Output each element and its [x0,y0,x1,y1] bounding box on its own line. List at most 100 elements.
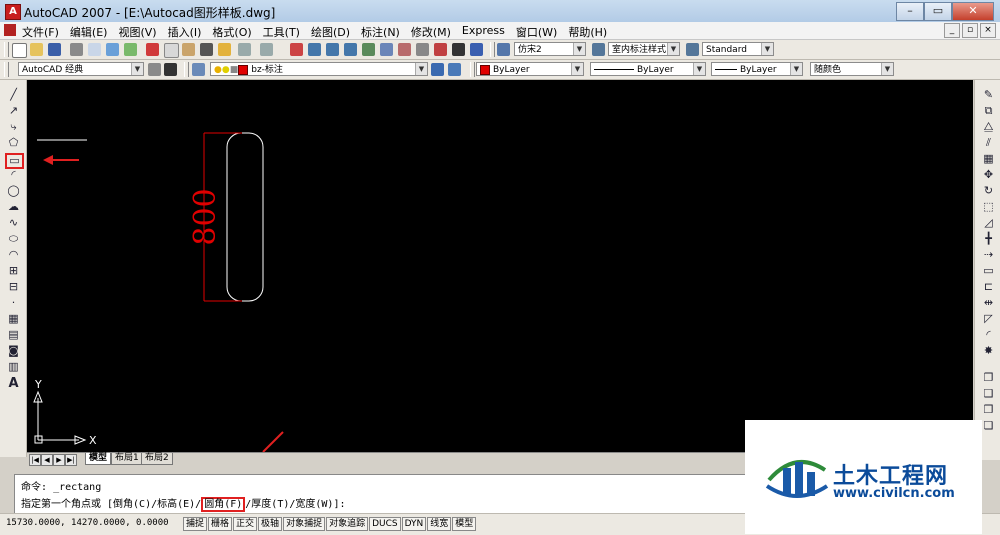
copy-icon[interactable] [164,43,179,58]
menu-tools[interactable]: 工具(T) [263,24,300,40]
redo-icon[interactable] [260,43,273,56]
erase-icon[interactable]: ✎ [982,89,995,101]
paste-icon[interactable] [182,43,195,56]
revision-cloud-icon[interactable]: ☁ [7,201,20,213]
join-icon[interactable]: ⇹ [982,297,995,309]
toolbar-grip[interactable] [4,62,9,77]
close-button[interactable]: ✕ [952,2,994,21]
markup-icon[interactable] [434,43,447,56]
toolbar-grip[interactable] [490,42,495,57]
osnap-toggle[interactable]: 对象捕捉 [283,517,326,531]
arc-icon[interactable]: ◜ [7,169,20,181]
table-style-icon[interactable] [686,43,699,56]
calculator-icon[interactable] [452,43,465,56]
match-properties-icon[interactable] [200,43,213,56]
drawing-canvas[interactable]: 800 Y X [27,80,973,452]
menu-edit[interactable]: 编辑(E) [70,24,108,40]
snap-toggle[interactable]: 捕捉 [183,517,208,531]
tool-palettes-icon[interactable] [398,43,411,56]
menu-format[interactable]: 格式(O) [212,24,251,40]
open-folder-icon[interactable] [30,43,43,56]
model-toggle[interactable]: 模型 [452,517,477,531]
circle-icon[interactable]: ◯ [7,185,20,197]
tab-layout2[interactable]: 布局2 [141,453,173,465]
plot-preview-icon[interactable] [88,43,101,56]
make-block-icon[interactable]: ⊟ [7,281,20,293]
command-prompt-line[interactable]: 指定第一个角点或 [倒角(C)/标高(E)/圆角(F)/厚度(T)/宽度(W)]… [21,495,346,512]
doc-restore-button[interactable]: ▫ [962,23,978,38]
workspace-select[interactable]: AutoCAD 经典 ▼ [18,62,144,76]
design-center-icon[interactable] [380,43,393,56]
menu-express[interactable]: Express [462,24,505,40]
menu-file[interactable]: 文件(F) [22,24,59,40]
new-file-icon[interactable] [12,43,27,58]
polyline-icon[interactable]: ⤷ [7,121,20,133]
text-style-select[interactable]: 仿宋2 ▼ [514,42,586,56]
print-icon[interactable] [70,43,83,56]
sheet-set-icon[interactable] [416,43,429,56]
zoom-realtime-icon[interactable] [308,43,321,56]
fillet-option-highlight[interactable]: 圆角(F) [201,497,246,512]
ortho-toggle[interactable]: 正交 [233,517,258,531]
minimize-button[interactable]: – [896,2,924,21]
draw-order-icon[interactable]: ❐ [982,372,995,384]
maximize-button[interactable]: ▭ [924,2,952,21]
workspace-save-icon[interactable] [164,63,177,76]
spline-icon[interactable]: ∿ [7,217,20,229]
menu-insert[interactable]: 插入(I) [168,24,202,40]
cut-icon[interactable] [146,43,159,56]
next-tab-icon[interactable]: ▶ [53,454,65,466]
region-icon[interactable]: ◙ [7,345,20,357]
undo-icon[interactable] [238,43,251,56]
help-icon[interactable] [470,43,483,56]
move-icon[interactable]: ✥ [982,169,995,181]
point-icon[interactable]: · [7,297,20,309]
bring-forward-icon[interactable]: ❑ [982,388,995,400]
menu-help[interactable]: 帮助(H) [568,24,607,40]
polygon-icon[interactable]: ⬠ [7,137,20,149]
insert-block-icon[interactable]: ⊞ [7,265,20,277]
send-back-icon[interactable]: ❒ [982,404,995,416]
linetype-select[interactable]: ByLayer ▼ [590,62,706,76]
scale-icon[interactable]: ⬚ [982,201,995,213]
chamfer-icon[interactable]: ◸ [982,313,995,325]
3d-dwf-icon[interactable] [124,43,137,56]
ellipse-icon[interactable]: ⬭ [7,233,20,245]
multiline-text-icon[interactable]: A [7,377,20,390]
rounded-rectangle[interactable] [226,132,264,302]
plotstyle-select[interactable]: 随颜色 ▼ [810,62,894,76]
doc-minimize-button[interactable]: _ [944,23,960,38]
gradient-icon[interactable]: ▤ [7,329,20,341]
toolbar-grip[interactable] [4,42,9,57]
zoom-window-icon[interactable] [326,43,339,56]
grid-toggle[interactable]: 栅格 [208,517,233,531]
rectangle-icon[interactable]: ▭ [5,153,24,169]
lineweight-select[interactable]: ByLayer ▼ [711,62,803,76]
offset-icon[interactable]: ⫽ [982,137,995,149]
document-icon[interactable] [4,24,16,36]
block-editor-icon[interactable] [218,43,231,56]
menu-window[interactable]: 窗口(W) [516,24,557,40]
doc-close-button[interactable]: × [980,23,996,38]
autocad-logo-icon[interactable]: A [5,4,21,20]
stretch-icon[interactable]: ◿ [982,217,995,229]
publish-icon[interactable] [106,43,119,56]
layer-select[interactable]: ●●■ bz-标注 ▼ [210,62,428,76]
lineweight-toggle[interactable]: 线宽 [427,517,452,531]
bring-above-icon[interactable]: ❏ [982,420,995,432]
toolbar-grip[interactable] [470,62,475,77]
construction-line-icon[interactable]: ↗ [7,105,20,117]
menu-view[interactable]: 视图(V) [118,24,156,40]
ducs-toggle[interactable]: DUCS [369,517,401,531]
tab-layout1[interactable]: 布局1 [111,453,143,465]
fillet-icon[interactable]: ◜ [982,329,995,341]
save-icon[interactable] [48,43,61,56]
toolbar-grip[interactable] [184,62,189,77]
last-tab-icon[interactable]: ▶| [65,454,77,466]
dim-style-select[interactable]: 室内标注样式 ▼ [608,42,680,56]
trim-icon[interactable]: ╋ [982,233,995,245]
make-layer-current-icon[interactable] [431,63,444,76]
coordinate-readout[interactable]: 15730.0000, 14270.0000, 0.0000 [6,518,169,528]
first-tab-icon[interactable]: |◀ [29,454,41,466]
table-icon[interactable]: ▥ [7,361,20,373]
